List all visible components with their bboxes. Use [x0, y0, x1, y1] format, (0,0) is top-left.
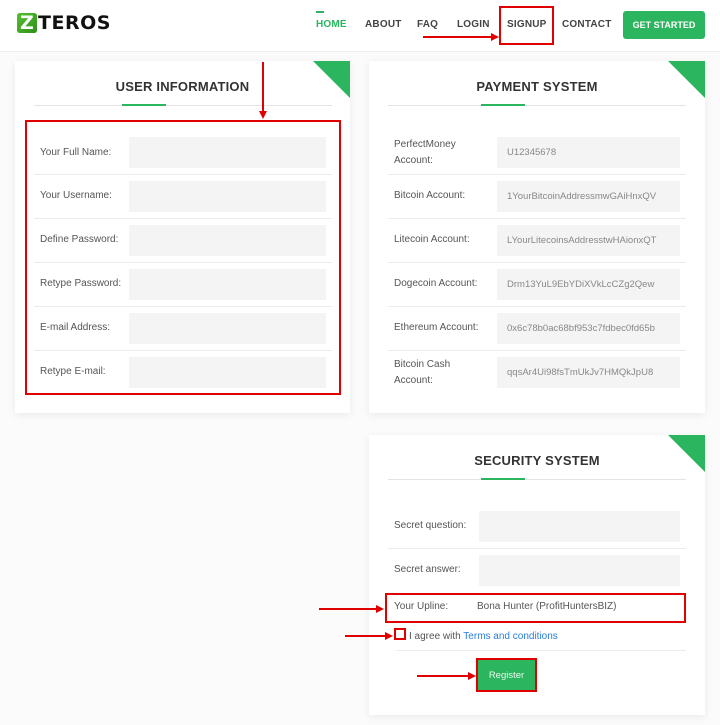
perfectmoney-input[interactable] [497, 137, 680, 168]
nav-about[interactable]: ABOUT [365, 19, 402, 30]
title-divider [34, 105, 332, 106]
row-divider [388, 350, 686, 351]
agree-checkbox[interactable] [394, 628, 406, 640]
title-divider [388, 479, 686, 480]
annotation-arrow-checkbox [345, 635, 386, 637]
annotation-box-upline [385, 593, 686, 623]
site-header: Z TEROS HOME ABOUT FAQ LOGIN SIGNUP CONT… [0, 0, 720, 52]
row-divider [388, 548, 686, 549]
annotation-arrow-register [417, 675, 469, 677]
title-divider [388, 105, 686, 106]
row-divider [388, 306, 686, 307]
dogecoin-input[interactable] [497, 269, 680, 300]
ethereum-label: Ethereum Account: [394, 322, 479, 333]
annotation-arrow-user-info [262, 62, 264, 112]
nav-faq[interactable]: FAQ [417, 19, 438, 30]
row-divider [388, 174, 686, 175]
terms-link[interactable]: Terms and conditions [463, 631, 558, 642]
secret-answer-label: Secret answer: [394, 564, 461, 575]
user-information-title: USER INFORMATION [115, 79, 250, 94]
title-accent [122, 104, 166, 106]
register-button[interactable]: Register [476, 658, 537, 692]
payment-system-card: PAYMENT SYSTEM PerfectMoneyAccount: Bitc… [369, 61, 705, 413]
security-system-title: SECURITY SYSTEM [474, 453, 600, 468]
annotation-arrowhead-user-info [259, 111, 267, 119]
secret-answer-input[interactable] [479, 555, 680, 586]
nav-contact[interactable]: CONTACT [562, 19, 612, 30]
nav-login[interactable]: LOGIN [457, 19, 490, 30]
ethereum-input[interactable] [497, 313, 680, 344]
payment-system-title: PAYMENT SYSTEM [476, 79, 598, 94]
secret-question-input[interactable] [479, 511, 680, 542]
row-divider [388, 262, 686, 263]
nav-home[interactable]: HOME [316, 19, 347, 30]
title-accent [481, 104, 525, 106]
main-nav: HOME ABOUT FAQ LOGIN SIGNUP CONTACT GET … [0, 0, 720, 52]
litecoin-label: Litecoin Account: [394, 234, 470, 245]
perfectmoney-label: PerfectMoney Account: [394, 139, 456, 166]
bitcoin-input[interactable] [497, 181, 680, 212]
row-divider [388, 218, 686, 219]
bitcoin-label: Bitcoin Account: [394, 190, 466, 201]
litecoin-input[interactable] [497, 225, 680, 256]
annotation-arrowhead-upline [376, 605, 384, 613]
title-accent [481, 478, 525, 480]
agree-text: I agree with Terms and conditions [409, 631, 558, 642]
annotation-arrowhead-signup [491, 33, 499, 41]
secret-question-label: Secret question: [394, 520, 467, 531]
annotation-box-user-info [25, 120, 341, 395]
bitcoin-cash-input[interactable] [497, 357, 680, 388]
security-system-card: SECURITY SYSTEM Secret question: Secret … [369, 435, 705, 715]
annotation-arrowhead-checkbox [385, 632, 393, 640]
annotation-arrowhead-register [468, 672, 476, 680]
row-divider [396, 650, 686, 651]
annotation-arrow-signup [423, 36, 493, 38]
get-started-button[interactable]: GET STARTED [623, 11, 705, 39]
bitcoin-cash-label: Bitcoin Cash Account: [394, 359, 451, 386]
nav-active-indicator [316, 11, 324, 13]
annotation-arrow-upline [319, 608, 377, 610]
annotation-box-signup [499, 6, 554, 45]
dogecoin-label: Dogecoin Account: [394, 278, 478, 289]
